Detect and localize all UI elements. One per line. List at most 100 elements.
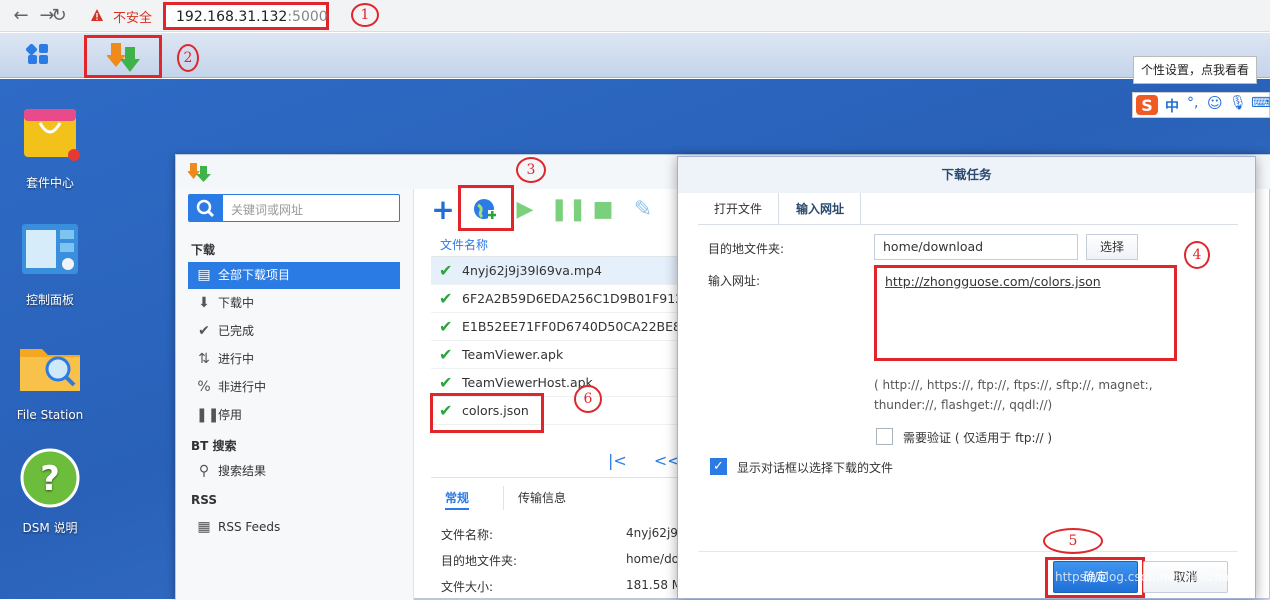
reload-icon[interactable]: ↻ bbox=[48, 5, 70, 27]
dialog-divider bbox=[698, 551, 1238, 552]
add-icon[interactable]: + bbox=[430, 196, 456, 224]
auth-checkbox[interactable] bbox=[876, 428, 893, 445]
sidebar-item-search-results[interactable]: ⚲ 搜索结果 bbox=[188, 458, 400, 485]
sogou-icon[interactable]: S bbox=[1135, 94, 1159, 116]
tab-transfer[interactable]: 传输信息 bbox=[503, 486, 566, 510]
rss-icon: ▦ bbox=[197, 519, 211, 535]
stop-icon[interactable]: ■ bbox=[590, 197, 616, 223]
dest-folder-input[interactable]: home/download bbox=[874, 234, 1078, 260]
control-panel-icon bbox=[22, 224, 78, 274]
sidebar: 关键词或网址 下载 ▤ 全部下载项目 ⬇ 下载中 ✔ 已完成 ⇅ 进行中 % 非进行中 ❚… bbox=[176, 189, 414, 600]
download-station-icon bbox=[107, 43, 140, 72]
keyboard-icon[interactable]: ⌨ bbox=[1251, 95, 1270, 111]
url-label: 输入网址: bbox=[708, 274, 761, 288]
sidebar-item-label: 停用 bbox=[218, 408, 243, 422]
sidebar-item-inactive[interactable]: % 非进行中 bbox=[188, 374, 400, 401]
address-bar[interactable]: 192.168.31.132:5000 bbox=[163, 2, 329, 30]
dest-label: 目的地文件夹: bbox=[708, 242, 785, 256]
sidebar-item-stopped[interactable]: ❚❚ 停用 bbox=[188, 402, 400, 429]
detail-panel: 常规 传输信息 文件名称: 4nyj62j9 目的地文件夹: home/do 文… bbox=[431, 477, 682, 600]
insecure-label: 不安全 bbox=[113, 11, 153, 26]
tab-general[interactable]: 常规 bbox=[445, 486, 470, 510]
list-item[interactable]: ✔ 4nyj62j9j39l69va.mp4 bbox=[431, 257, 681, 285]
main-menu-icon[interactable] bbox=[26, 42, 50, 66]
desktop-icon-label: 控制面板 bbox=[25, 293, 74, 307]
emoji-icon[interactable]: ☺ bbox=[1207, 94, 1223, 112]
sidebar-item-label: RSS Feeds bbox=[218, 520, 281, 534]
download-station-icon bbox=[188, 163, 211, 182]
sidebar-item-completed[interactable]: ✔ 已完成 bbox=[188, 318, 400, 345]
list-item[interactable]: ✔ TeamViewer.apk bbox=[431, 341, 681, 369]
download-list: 文件名称 ✔ 4nyj62j9j39l69va.mp4 ✔ 6F2A2B59D6ED… bbox=[431, 233, 681, 479]
check-icon: ✔ bbox=[439, 261, 453, 280]
desktop-icon-label: File Station bbox=[16, 408, 84, 422]
first-page-icon[interactable]: |< bbox=[608, 451, 627, 470]
protocol-hint: ( http://, https://, ftp://, ftps://, sf… bbox=[874, 378, 1153, 412]
pause-icon: ❚❚ bbox=[196, 407, 220, 423]
add-url-highlight bbox=[458, 185, 514, 231]
desktop-icon-label: 套件中心 bbox=[25, 176, 74, 190]
search-icon: ⚲ bbox=[198, 463, 210, 479]
download-task-dialog: 下载任务 打开文件 输入网址 目的地文件夹: home/download 选择 … bbox=[677, 156, 1256, 599]
percent-icon: % bbox=[197, 379, 211, 395]
url-textarea[interactable]: http://zhongguose.com/colors.json bbox=[874, 265, 1177, 361]
ime-toolbar[interactable]: S 中 °, ☺ 🎙 ⌨ bbox=[1132, 92, 1270, 118]
tab-open-file[interactable]: 打开文件 bbox=[698, 193, 780, 225]
section-download: 下载 bbox=[191, 243, 216, 257]
sidebar-item-label: 下载中 bbox=[218, 296, 255, 310]
url-port: :5000 bbox=[287, 9, 328, 25]
svg-text:S: S bbox=[1141, 96, 1153, 115]
desktop-icon-dsm-help[interactable]: ? DSM 说明 bbox=[0, 446, 100, 536]
check-icon: ✔ bbox=[439, 345, 453, 364]
section-rss: RSS bbox=[191, 493, 217, 507]
download-station-taskbar-button[interactable] bbox=[84, 35, 162, 78]
list-icon: ▤ bbox=[197, 267, 211, 283]
sidebar-item-downloading[interactable]: ⬇ 下载中 bbox=[188, 290, 400, 317]
show-dialog-label: 显示对话框以选择下载的文件 bbox=[737, 461, 894, 475]
detail-label: 文件大小: bbox=[441, 580, 494, 594]
sidebar-item-all[interactable]: ▤ 全部下载项目 bbox=[188, 262, 400, 289]
sidebar-item-active[interactable]: ⇅ 进行中 bbox=[188, 346, 400, 373]
show-dialog-checkbox[interactable]: ✓ bbox=[710, 458, 727, 475]
check-icon: ✔ bbox=[198, 323, 210, 339]
file-name: 6F2A2B59D6EDA256C1D9B01F912E bbox=[462, 291, 681, 306]
dialog-title: 下载任务 bbox=[678, 157, 1255, 193]
pause-icon[interactable]: ❚❚ bbox=[550, 197, 587, 223]
detail-value: home/do bbox=[626, 552, 680, 566]
desktop-icon-package-center[interactable]: 套件中心 bbox=[0, 101, 100, 191]
choose-button[interactable]: 选择 bbox=[1086, 234, 1138, 260]
search-input[interactable]: 关键词或网址 bbox=[188, 194, 400, 222]
list-item[interactable]: ✔ 6F2A2B59D6EDA256C1D9B01F912E bbox=[431, 285, 681, 313]
search-icon[interactable] bbox=[189, 195, 223, 221]
annotation-4: 4 bbox=[1184, 241, 1210, 269]
search-placeholder: 关键词或网址 bbox=[231, 203, 304, 217]
detail-value: 4nyj62j9 bbox=[626, 526, 678, 540]
resume-icon[interactable]: ▶ bbox=[512, 197, 538, 223]
ime-tooltip: 个性设置，点我看看 bbox=[1133, 56, 1257, 84]
sidebar-item-label: 已完成 bbox=[218, 324, 255, 338]
sidebar-item-label: 进行中 bbox=[218, 352, 255, 366]
ime-lang[interactable]: 中 bbox=[1165, 96, 1179, 116]
svg-text:?: ? bbox=[40, 459, 60, 499]
column-header-filename[interactable]: 文件名称 bbox=[431, 233, 681, 257]
list-item[interactable]: ✔ E1B52EE71FF0D6740D50CA22BE82 bbox=[431, 313, 681, 341]
desktop-icon-control-panel[interactable]: 控制面板 bbox=[0, 218, 100, 308]
back-icon[interactable]: ← bbox=[10, 5, 32, 27]
file-name: TeamViewer.apk bbox=[462, 347, 564, 362]
tab-enter-url[interactable]: 输入网址 bbox=[780, 193, 862, 225]
microphone-icon[interactable]: 🎙 bbox=[1229, 95, 1247, 111]
colors-json-highlight bbox=[430, 393, 544, 433]
section-bt-search: BT 搜索 bbox=[191, 439, 237, 453]
annotation-1: 1 bbox=[351, 3, 379, 27]
auth-label: 需要验证 ( 仅适用于 ftp:// ) bbox=[903, 431, 1053, 445]
file-name: E1B52EE71FF0D6740D50CA22BE82 bbox=[462, 319, 681, 334]
browser-toolbar: ← → ↻ 不安全 192.168.31.132:5000 1 bbox=[0, 0, 1270, 32]
punctuation-icon[interactable]: °, bbox=[1187, 95, 1198, 111]
file-name: TeamViewerHost.apk bbox=[462, 375, 593, 390]
updown-arrows-icon: ⇅ bbox=[198, 351, 210, 367]
sidebar-item-rss-feeds[interactable]: ▦ RSS Feeds bbox=[188, 514, 400, 541]
edit-icon[interactable]: ✎ bbox=[630, 197, 656, 223]
annotation-5: 5 bbox=[1043, 528, 1103, 554]
annotation-3: 3 bbox=[516, 157, 546, 183]
desktop-icon-file-station[interactable]: File Station bbox=[0, 335, 100, 422]
